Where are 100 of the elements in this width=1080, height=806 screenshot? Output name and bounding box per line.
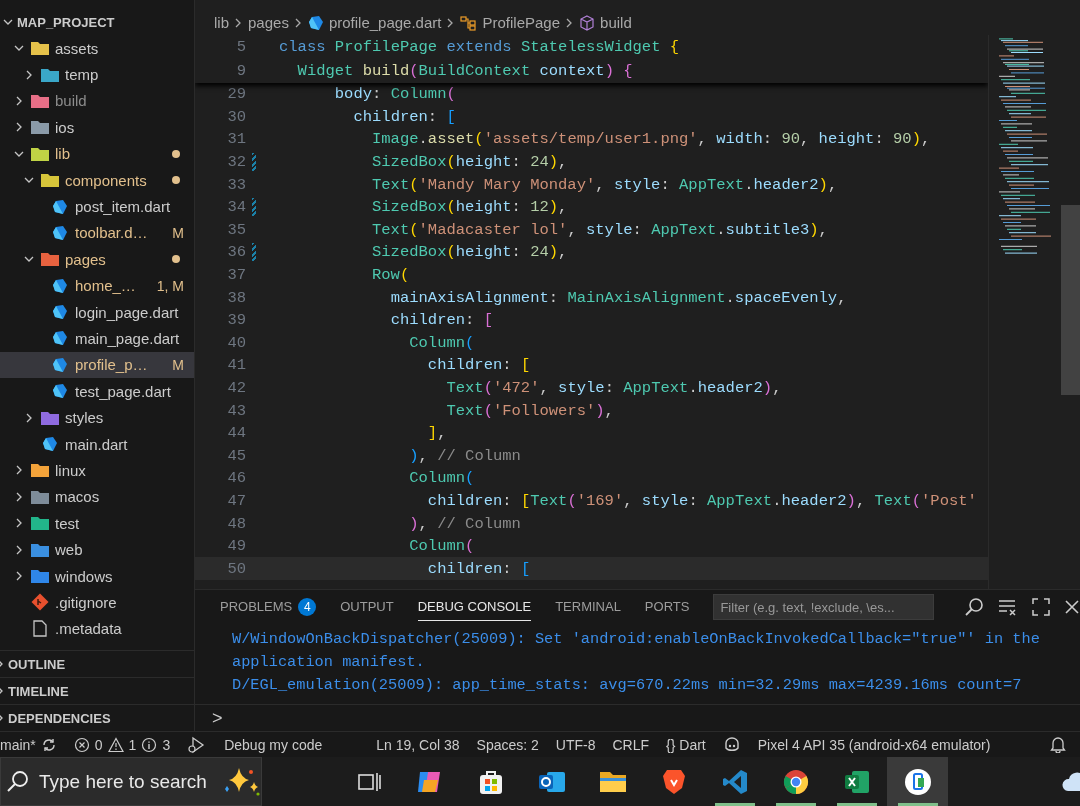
tree-item[interactable]: .metadata bbox=[0, 615, 194, 642]
console-prompt[interactable]: > bbox=[212, 707, 223, 729]
tree-item[interactable]: post_item.dart bbox=[0, 193, 194, 220]
code-line: Column( bbox=[409, 537, 475, 556]
modified-dot bbox=[172, 176, 180, 185]
search-field[interactable]: Type here to search bbox=[39, 761, 213, 802]
line-number: 31 bbox=[226, 130, 246, 149]
tree-item[interactable]: .gitignore bbox=[0, 589, 194, 616]
status-item[interactable]: UTF-8 bbox=[555, 736, 596, 753]
robot-icon[interactable] bbox=[722, 736, 741, 753]
language-status[interactable]: {} Dart bbox=[666, 736, 706, 753]
device-status[interactable]: Pixel 4 API 35 (android-x64 emulator) bbox=[757, 736, 991, 753]
tree-item[interactable]: toolbar.d… M bbox=[0, 219, 194, 247]
breadcrumb-item[interactable]: ProfilePage bbox=[482, 14, 561, 31]
modified-dot bbox=[172, 149, 180, 158]
breadcrumb-item[interactable]: profile_page.dart bbox=[328, 14, 442, 31]
close-icon[interactable] bbox=[1064, 599, 1080, 615]
panel-tab[interactable]: DEBUG CONSOLE bbox=[417, 593, 532, 621]
code-line: Widget build(BuildContext context) { bbox=[297, 62, 633, 80]
warning-icon bbox=[107, 736, 124, 753]
line-number: 32 bbox=[226, 153, 246, 172]
clear-list-icon[interactable] bbox=[998, 598, 1018, 616]
count-badge: 4 bbox=[298, 597, 317, 616]
tree-item[interactable]: profile_p… M bbox=[0, 351, 194, 379]
code-line: children: [Text('169', style: AppText.header2), Text('Post' bbox=[427, 492, 977, 510]
status-item[interactable]: CRLF bbox=[612, 736, 650, 753]
section-header[interactable]: DEPENDENCIES bbox=[8, 710, 111, 726]
console-line: D/EGL_emulation(25009): app_time_stats: avg=670.22ms min=32.29ms max=4239.16ms count=7 bbox=[232, 675, 1023, 696]
maximize-icon[interactable] bbox=[1032, 598, 1050, 616]
tree-item[interactable]: home_… 1, M bbox=[0, 272, 194, 299]
tree-item[interactable]: main_page.dart bbox=[0, 325, 194, 352]
file-icon bbox=[52, 224, 68, 241]
line-number: 5 bbox=[235, 38, 246, 56]
code-line: SizedBox(height: 24), bbox=[372, 243, 568, 262]
tree-item[interactable]: linux bbox=[0, 457, 194, 484]
line-number: 38 bbox=[226, 288, 246, 307]
project-title[interactable]: MAP_PROJECT bbox=[17, 14, 115, 30]
file-icon bbox=[52, 198, 68, 215]
tree-item[interactable]: login_page.dart bbox=[0, 298, 194, 326]
line-number: 9 bbox=[235, 62, 246, 80]
panel-tab[interactable]: PROBLEMS 4 bbox=[220, 591, 317, 623]
line-number: 30 bbox=[226, 107, 246, 126]
code-line: SizedBox(height: 12), bbox=[372, 198, 568, 217]
problems-status[interactable]: 0 1 3 bbox=[73, 736, 171, 753]
tree-item[interactable]: web bbox=[0, 536, 194, 563]
git-status-label: M bbox=[172, 224, 184, 241]
tree-item[interactable]: test_page.dart bbox=[0, 378, 194, 405]
info-icon bbox=[141, 736, 158, 753]
search-icon[interactable] bbox=[964, 597, 984, 617]
status-item[interactable]: Ln 19, Col 38 bbox=[376, 736, 460, 753]
tree-item[interactable]: lib bbox=[0, 140, 194, 167]
code-line: children: [ bbox=[427, 356, 531, 375]
search-bar[interactable]: Type here to search bbox=[0, 757, 262, 806]
filter-field[interactable]: Filter (e.g. text, !exclude, \es... bbox=[713, 594, 934, 620]
tree-item[interactable]: windows bbox=[0, 562, 194, 590]
tree-item[interactable]: assets bbox=[0, 35, 194, 62]
tree-item[interactable]: styles bbox=[0, 404, 194, 431]
breadcrumb-item[interactable]: build bbox=[600, 14, 632, 31]
sync-icon bbox=[40, 736, 57, 753]
file-icon bbox=[307, 14, 324, 31]
code-editor-icon[interactable] bbox=[720, 767, 749, 796]
tree-item[interactable]: components bbox=[0, 166, 194, 194]
code-line: Column( bbox=[409, 333, 475, 352]
line-number: 37 bbox=[226, 266, 246, 285]
panel-tab[interactable]: PORTS bbox=[644, 593, 690, 621]
panel-tab[interactable]: TERMINAL bbox=[555, 593, 621, 621]
browser-icon[interactable] bbox=[781, 767, 810, 796]
branch-status[interactable]: main* bbox=[0, 736, 57, 753]
status-item[interactable]: Spaces: 2 bbox=[476, 736, 539, 753]
tree-item[interactable]: pages bbox=[0, 246, 194, 273]
file-icon bbox=[52, 330, 68, 347]
section-header[interactable]: TIMELINE bbox=[8, 683, 69, 699]
line-number: 39 bbox=[226, 311, 246, 330]
panel-tab[interactable]: OUTPUT bbox=[340, 593, 394, 621]
tree-item[interactable]: temp bbox=[0, 61, 194, 88]
line-number: 45 bbox=[226, 446, 246, 465]
tree-item[interactable]: ios bbox=[0, 114, 194, 141]
debug-status[interactable]: Debug my code bbox=[187, 735, 323, 754]
line-number: 40 bbox=[226, 333, 246, 352]
breadcrumb-item[interactable]: pages bbox=[248, 14, 289, 31]
line-number: 46 bbox=[226, 469, 246, 488]
line-number: 42 bbox=[226, 379, 246, 397]
scrollbar-thumb[interactable] bbox=[1061, 205, 1080, 395]
breadcrumb-item[interactable]: lib bbox=[214, 14, 229, 31]
tree-item[interactable]: test bbox=[0, 510, 194, 537]
bell-icon[interactable] bbox=[1050, 736, 1066, 753]
section-header[interactable]: OUTLINE bbox=[8, 656, 66, 672]
cube-icon bbox=[579, 14, 596, 31]
error-icon bbox=[73, 736, 90, 753]
tree-item[interactable]: build bbox=[0, 87, 194, 115]
debug-icon bbox=[187, 735, 206, 754]
code-line: class ProfilePage extends StatelessWidget { bbox=[279, 38, 680, 56]
line-number: 43 bbox=[226, 401, 246, 420]
code-line: children: [ bbox=[353, 107, 456, 126]
tree-item[interactable]: macos bbox=[0, 483, 194, 511]
tree-item[interactable]: main.dart bbox=[0, 430, 194, 458]
modified-dot bbox=[172, 255, 180, 264]
code-line: children: [ bbox=[427, 559, 531, 578]
line-number: 44 bbox=[226, 424, 246, 443]
phone-icon[interactable] bbox=[903, 767, 932, 796]
